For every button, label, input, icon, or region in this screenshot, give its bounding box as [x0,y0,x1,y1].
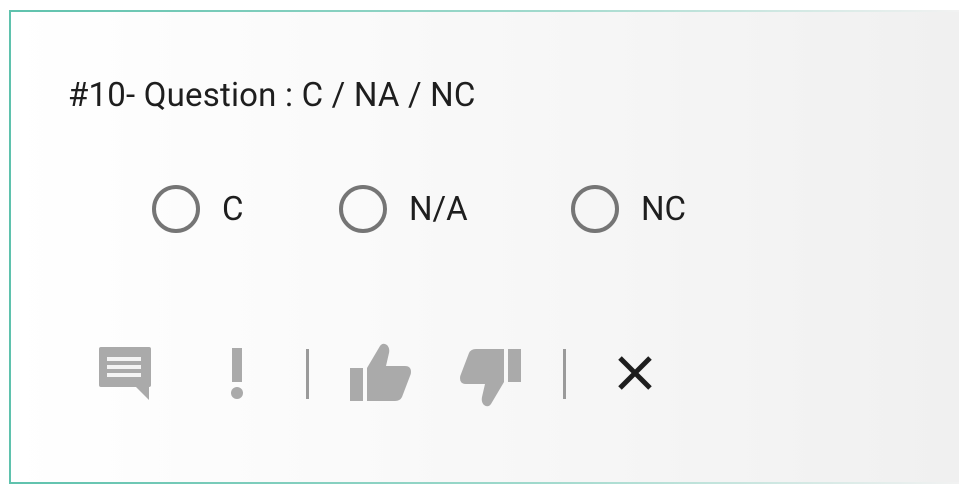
option-nc[interactable]: NC [571,179,686,239]
thumbs-down-button[interactable] [456,345,526,409]
option-c[interactable]: C [152,179,243,239]
close-icon [618,356,652,390]
thumbs-up-icon [350,343,411,401]
thumbs-up-button[interactable] [345,341,415,405]
thumbs-down-icon [460,349,521,407]
radio-button-nc[interactable] [571,185,619,233]
toolbar-divider [563,349,566,399]
flag-button[interactable] [220,343,254,403]
exclamation-icon [231,348,243,399]
close-button[interactable] [613,351,657,395]
option-label-c: C [222,189,244,229]
option-na[interactable]: N/A [339,179,468,239]
option-label-na: N/A [409,189,468,229]
radio-button-c[interactable] [152,185,200,233]
question-title: #10- Question : C / NA / NC [68,76,476,115]
toolbar-divider [306,349,309,399]
comment-icon [99,347,151,400]
question-card: #10- Question : C / NA / NC C N/A NC [9,10,959,484]
option-label-nc: NC [641,189,687,229]
comment-button[interactable] [94,343,154,403]
radio-button-na[interactable] [339,185,387,233]
